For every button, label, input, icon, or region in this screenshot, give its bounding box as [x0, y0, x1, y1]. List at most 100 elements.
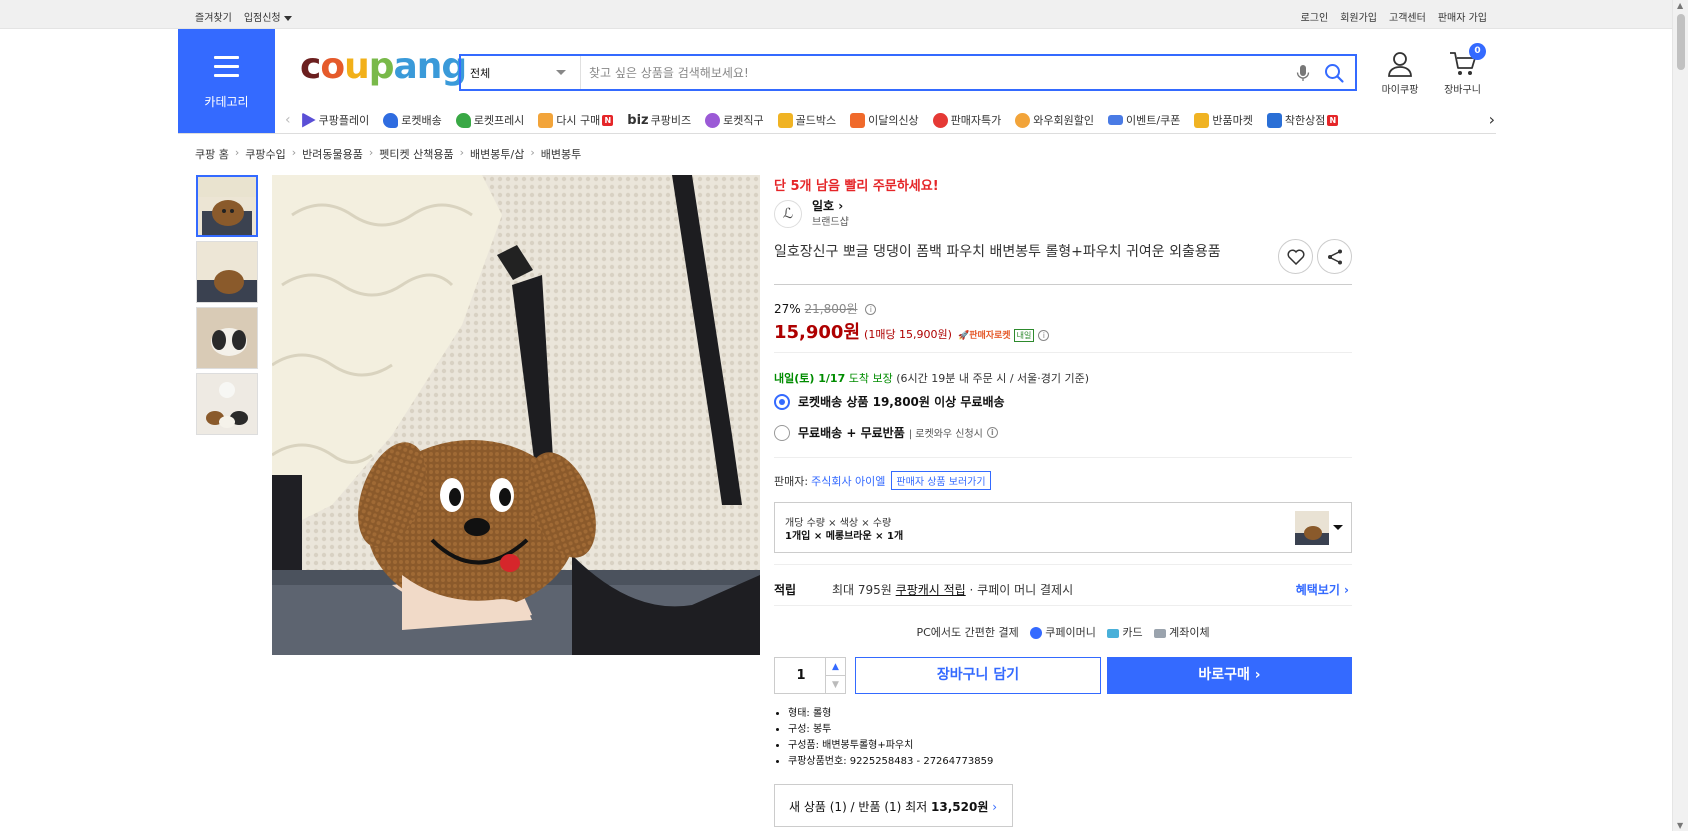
- scrollbar-thumb[interactable]: [1677, 14, 1685, 70]
- nav-item-rocketfresh[interactable]: 로켓프레시: [455, 112, 524, 128]
- nav-item-coupangplay[interactable]: 쿠팡플레이: [301, 112, 369, 128]
- shipping-option-label: 로켓배송 상품 19,800원 이상 무료배송: [798, 395, 1005, 409]
- login-link[interactable]: 로그인: [1301, 9, 1329, 24]
- chevron-down-icon: [556, 70, 566, 75]
- unit-price: (1매당 15,900원): [864, 328, 952, 341]
- product-main-image[interactable]: [272, 175, 760, 655]
- product-title: 일호장신구 뽀글 댕댕이 폼백 파우치 배변봉투 롤형+파우치 귀여운 외출용품: [774, 244, 1221, 260]
- wow-icon: [1015, 112, 1031, 128]
- quantity-value[interactable]: 1: [775, 668, 827, 683]
- reward-text: 최대 795원 쿠팡캐시 적립 · 쿠페이 머니 결제시: [832, 583, 1074, 597]
- spec-item: 구성품: 배변봉투롤형+파우치: [788, 738, 993, 754]
- share-button[interactable]: [1317, 239, 1352, 274]
- search-scope-value: 전체: [470, 67, 491, 80]
- nav-prev-icon[interactable]: ‹: [285, 112, 291, 128]
- option-value: 1개입 × 메롱브라운 × 1개: [785, 531, 904, 542]
- brand-shop-link[interactable]: ℒ 일호 › 브랜드샵: [774, 199, 849, 228]
- radio-unselected[interactable]: [774, 424, 790, 441]
- pay-method: 계좌이체: [1169, 626, 1210, 639]
- delivery-note: (6시간 19분 내 주문 시 / 서울·경기 기준): [896, 372, 1090, 385]
- search-scope-select[interactable]: 전체: [461, 56, 581, 89]
- breadcrumb-item[interactable]: 쿠팡 홈: [195, 146, 229, 162]
- tomorrow-badge: 내일: [1013, 329, 1035, 342]
- product-specs: 형태: 롤형 구성: 봉투 구성품: 배변봉투롤형+파우치 쿠팡상품번호: 92…: [788, 706, 993, 770]
- search-bar: 전체: [459, 54, 1357, 91]
- quantity-stepper: 1 ▲ ▼: [774, 657, 846, 694]
- breadcrumb-item[interactable]: 반려동물용품: [302, 146, 363, 162]
- delivery-guarantee: 도착 보장: [848, 372, 893, 385]
- nav-item-goldbox[interactable]: 골드박스: [777, 112, 836, 128]
- page-scrollbar[interactable]: ▲ ▼: [1672, 0, 1688, 831]
- info-icon[interactable]: i: [1038, 330, 1050, 341]
- shipping-option-free[interactable]: 무료배송 + 무료반품 | 로켓와우 신청시 i: [774, 424, 998, 441]
- nav-item-event[interactable]: 이벤트/쿠폰: [1108, 112, 1180, 128]
- discount-row: 27% 21,800원 i: [774, 300, 877, 317]
- divider: [774, 284, 1352, 285]
- breadcrumb-item[interactable]: 펫티켓 산책용품: [379, 146, 453, 162]
- buy-now-button[interactable]: 바로구매 ›: [1107, 657, 1352, 694]
- cart-button[interactable]: 0 장바구니: [1435, 43, 1490, 96]
- seller-rocket-badge: 🚀판매자로켓: [957, 331, 1011, 341]
- scroll-up-icon[interactable]: ▲: [1677, 1, 1683, 10]
- quantity-increase-icon[interactable]: ▲: [825, 658, 845, 676]
- original-price: 21,800원: [804, 302, 858, 316]
- microphone-icon[interactable]: [1293, 63, 1313, 83]
- nav-item-newarrivals[interactable]: 이달의신상: [850, 112, 919, 128]
- store-icon: [1266, 112, 1282, 128]
- breadcrumb-item[interactable]: 배변봉투: [541, 146, 581, 162]
- shipping-option-rocket[interactable]: 로켓배송 상품 19,800원 이상 무료배송: [774, 393, 1005, 410]
- top-right-links: 로그인 회원가입 고객센터 판매자 가입: [1301, 9, 1487, 24]
- delivery-info: 내일(토) 1/17 도착 보장 (6시간 19분 내 주문 시 / 서울·경기…: [774, 370, 1089, 386]
- quantity-decrease-icon[interactable]: ▼: [825, 676, 845, 694]
- new-badge: N: [1327, 114, 1339, 126]
- category-label: 카테고리: [204, 95, 249, 109]
- nav-item-wow[interactable]: 와우회원할인: [1015, 112, 1094, 128]
- nav-next-icon[interactable]: ›: [1489, 110, 1495, 129]
- top-utility-bar: 즐겨찾기 입점신청 로그인 회원가입 고객센터 판매자 가입: [0, 0, 1672, 29]
- option-selector[interactable]: 개당 수량 × 색상 × 수량 1개입 × 메롱브라운 × 1개: [774, 502, 1352, 553]
- nav-item-goodstore[interactable]: 착한상점 N: [1266, 112, 1339, 128]
- wishlist-button[interactable]: [1278, 239, 1313, 274]
- add-to-cart-button[interactable]: 장바구니 담기: [855, 657, 1101, 694]
- customer-center-link[interactable]: 고객센터: [1389, 9, 1426, 24]
- coupang-logo[interactable]: coupang: [300, 47, 467, 87]
- seller-products-button[interactable]: 판매자 상품 보러가기: [891, 471, 991, 490]
- price-row: 15,900원 (1매당 15,900원) 🚀판매자로켓 내일 i: [774, 318, 1050, 344]
- breadcrumb-item[interactable]: 쿠팡수입: [245, 146, 285, 162]
- spec-item: 구성: 봉투: [788, 722, 993, 738]
- bookmark-link[interactable]: 즐겨찾기: [195, 9, 232, 24]
- benefits-link[interactable]: 혜택보기 ›: [1296, 581, 1349, 598]
- nav-item-rocket[interactable]: 로켓배송: [383, 112, 442, 128]
- partner-apply-link[interactable]: 입점신청: [244, 9, 292, 24]
- product-thumbnail[interactable]: [196, 241, 258, 303]
- nav-item-rebuy[interactable]: 다시 구매 N: [538, 112, 614, 128]
- card-icon: [1107, 628, 1120, 638]
- nav-item-returnmarket[interactable]: 반품마켓: [1194, 112, 1253, 128]
- caret-down-icon: [283, 15, 292, 21]
- mycoupang-button[interactable]: 마이쿠팡: [1375, 50, 1425, 96]
- seller-signup-link[interactable]: 판매자 가입: [1438, 9, 1487, 24]
- breadcrumb-item[interactable]: 배변봉투/삽: [470, 146, 524, 162]
- discount-rate: 27%: [774, 302, 801, 316]
- scroll-down-icon[interactable]: ▼: [1677, 821, 1683, 830]
- info-icon[interactable]: i: [986, 427, 998, 438]
- search-input[interactable]: [589, 61, 1249, 84]
- category-button[interactable]: 카테고리: [178, 29, 275, 133]
- nav-item-global[interactable]: 로켓직구: [705, 112, 764, 128]
- other-offers-button[interactable]: 새 상품 (1) / 반품 (1) 최저 13,520원 ›: [774, 784, 1013, 827]
- signup-link[interactable]: 회원가입: [1340, 9, 1377, 24]
- share-icon: [1327, 249, 1342, 264]
- product-thumbnail[interactable]: [196, 175, 258, 237]
- seller-name-link[interactable]: 주식회사 아이엘: [811, 473, 885, 489]
- nav-item-biz[interactable]: biz 쿠팡비즈: [627, 112, 691, 128]
- info-icon[interactable]: i: [865, 304, 877, 315]
- product-thumbnail[interactable]: [196, 307, 258, 369]
- spec-item: 형태: 롤형: [788, 706, 993, 722]
- cart-count-badge: 0: [1469, 43, 1486, 60]
- product-thumbnail[interactable]: [196, 373, 258, 435]
- search-icon[interactable]: [1323, 62, 1345, 84]
- radio-selected[interactable]: [774, 393, 790, 410]
- divider: [774, 564, 1352, 565]
- nav-item-sellerdeal[interactable]: 판매자특가: [932, 112, 1001, 128]
- market-icon: [1194, 112, 1210, 128]
